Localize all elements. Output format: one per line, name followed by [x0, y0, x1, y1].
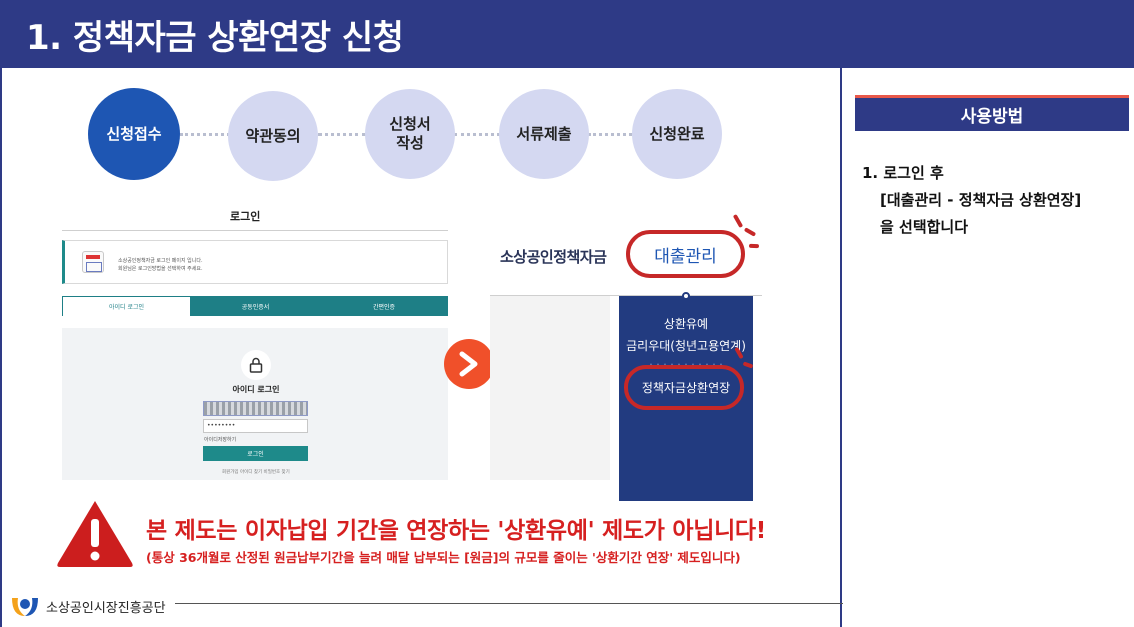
menu-item-deferment[interactable]: 상환유예: [619, 315, 753, 332]
login-button[interactable]: 로그인: [203, 446, 308, 461]
lock-icon: [241, 350, 271, 380]
step-connector: [588, 133, 632, 136]
usage-line: 1. 로그인 후: [862, 164, 944, 182]
warning-message: 본 제도는 이자납입 기간을 연장하는 '상환유예' 제도가 아닙니다!: [146, 518, 766, 544]
step-complete: 신청완료: [632, 89, 722, 179]
step-form: 신청서 작성: [365, 89, 455, 179]
footer-divider: [175, 603, 843, 604]
id-input[interactable]: [203, 401, 308, 416]
find-account-links[interactable]: 회원가입 아이디 찾기 비밀번호 찾기: [222, 469, 290, 475]
usage-line: [대출관리 - 정책자금 상환연장]: [880, 191, 1082, 209]
tab-simple-auth[interactable]: 간편인증: [320, 296, 448, 316]
tab-id-login[interactable]: 아이디 로그인: [62, 296, 191, 316]
divider: [62, 230, 448, 231]
login-heading: 아이디 로그인: [232, 385, 280, 394]
left-frame-line: [0, 68, 2, 627]
next-arrow-icon: [444, 339, 494, 389]
menu-item-rate-preference[interactable]: 금리우대(청년고용연계): [619, 337, 753, 354]
usage-instructions: 1. 로그인 후 [대출관리 - 정책자금 상환연장] 을 선택합니다: [862, 160, 1081, 241]
sidebar-blank: [490, 296, 610, 480]
notice-text: 회원님은 로그인방법을 선택하여 주세요.: [118, 266, 203, 272]
tab-certificate[interactable]: 공동인증서: [191, 296, 320, 316]
usage-title: 사용방법: [855, 95, 1129, 131]
org-logo-icon: [10, 592, 40, 618]
step-connector: [318, 133, 366, 136]
dropdown-pointer: [682, 292, 690, 300]
warning-detail: (통상 36개월로 산정된 원금납부기간을 늘려 매달 납부되는 [원금]의 규…: [146, 550, 741, 565]
step-apply: 신청접수: [88, 88, 180, 180]
notice-text: 소상공인정책자금 로그인 페이지 입니다.: [118, 258, 203, 264]
highlight-circle: [624, 365, 744, 410]
highlight-spark: [748, 243, 760, 249]
header-bar: 1. 정책자금 상환연장 신청: [0, 0, 1134, 68]
highlight-spark: [743, 227, 757, 237]
warning-icon: [54, 497, 136, 573]
step-terms: 약관동의: [228, 91, 318, 181]
document-icon: [82, 251, 104, 273]
save-id-checkbox[interactable]: 아이디저장하기: [204, 436, 236, 443]
panel-divider: [840, 68, 842, 627]
step-documents: 서류제출: [499, 89, 589, 179]
step-connector: [180, 133, 230, 136]
step-connector: [454, 133, 500, 136]
usage-line: 을 선택합니다: [880, 218, 969, 236]
password-input[interactable]: ••••••••: [203, 419, 308, 433]
login-page-title: 로그인: [230, 210, 261, 223]
loan-management-menu[interactable]: 대출관리: [626, 230, 745, 278]
site-brand: 소상공인정책자금: [500, 248, 607, 266]
org-name: 소상공인시장진흥공단: [46, 601, 166, 616]
page-title: 1. 정책자금 상환연장 신청: [26, 18, 404, 58]
highlight-spark: [732, 213, 744, 229]
